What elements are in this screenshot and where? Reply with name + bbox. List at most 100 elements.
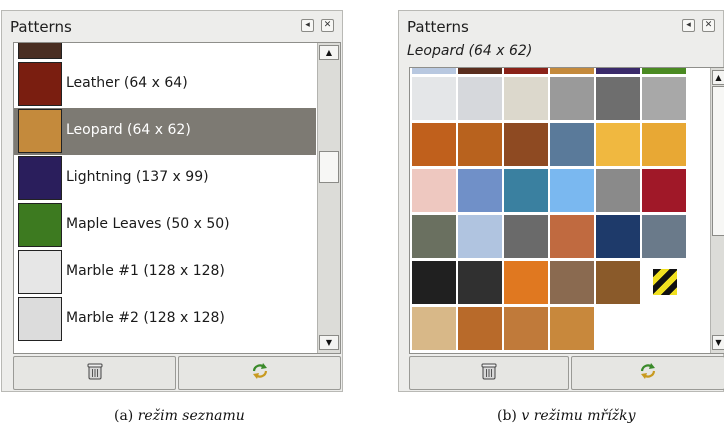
arrow-up-icon[interactable]: ▲ — [319, 45, 339, 60]
pattern-list-item[interactable]: Lightning (137 x 99) — [14, 155, 316, 202]
tab-menu-icon[interactable]: ◂ — [301, 19, 314, 32]
pattern-thumbnail — [18, 297, 62, 341]
pattern-list-label: Marble #1 (128 x 128) — [66, 263, 225, 279]
caption-a-prefix: (a) — [114, 408, 134, 424]
pattern-list-label: Marble #2 (128 x 128) — [66, 310, 225, 326]
pattern-grid-cell[interactable] — [550, 307, 594, 350]
panel-titlebar: Patterns ◂ ✕ — [2, 11, 342, 39]
pattern-list-item[interactable]: Java (64 x 64) — [14, 43, 316, 61]
pattern-grid-cell[interactable] — [458, 307, 502, 350]
patterns-panel-grid: Patterns ◂ ✕ Leopard (64 x 62) ▲ ▼ — [398, 10, 724, 392]
pattern-thumbnail — [18, 203, 62, 247]
pattern-grid-cell[interactable] — [504, 169, 548, 212]
pattern-grid-cell[interactable] — [412, 261, 456, 304]
pattern-grid-cell[interactable] — [412, 68, 456, 74]
panel-title: Patterns — [407, 18, 469, 36]
pattern-grid-cell[interactable] — [504, 307, 548, 350]
pattern-list-label: Leather (64 x 64) — [66, 75, 188, 91]
pattern-grid-cell[interactable] — [458, 68, 502, 74]
pattern-grid-cell[interactable] — [596, 261, 640, 304]
pattern-list-label: Leopard (64 x 62) — [66, 122, 191, 138]
pattern-grid-cell[interactable] — [550, 77, 594, 120]
patterns-panel-list: Patterns ◂ ✕ Java (64 x 64) Leather (64 x… — [1, 10, 343, 392]
pattern-list-rows: Java (64 x 64) Leather (64 x 64) Leopard (… — [14, 43, 316, 353]
panel-button-bar — [13, 356, 341, 392]
pattern-grid-cell[interactable] — [596, 123, 640, 166]
list-scrollbar[interactable]: ▲ ▼ — [317, 43, 340, 353]
pattern-grid-cell[interactable] — [642, 261, 686, 304]
pattern-list-item[interactable]: Leopard (64 x 62) — [14, 108, 316, 155]
pattern-grid-cell[interactable] — [550, 215, 594, 258]
caption-b-prefix: (b) — [497, 408, 517, 424]
pattern-grid-cell[interactable] — [458, 169, 502, 212]
pattern-grid-cell[interactable] — [596, 215, 640, 258]
pattern-grid-cell[interactable] — [504, 215, 548, 258]
close-icon[interactable]: ✕ — [321, 19, 334, 32]
hazard-stripes-swatch — [653, 269, 677, 295]
pattern-grid-cell[interactable] — [550, 261, 594, 304]
pattern-grid-cell[interactable] — [458, 261, 502, 304]
pattern-grid-cell[interactable] — [550, 123, 594, 166]
selected-pattern-label: Leopard (64 x 62) — [407, 43, 533, 59]
arrow-up-icon[interactable]: ▲ — [712, 70, 724, 85]
pattern-grid-cell[interactable] — [642, 169, 686, 212]
pattern-grid: ▲ ▼ — [409, 67, 724, 354]
pattern-list-label: Maple Leaves (50 x 50) — [66, 216, 230, 232]
pattern-grid-cell[interactable] — [596, 77, 640, 120]
pattern-grid-cell[interactable] — [596, 68, 640, 74]
pattern-thumbnail — [18, 43, 62, 59]
pattern-grid-cell[interactable] — [458, 77, 502, 120]
panel-button-bar — [409, 356, 724, 392]
pattern-grid-cell[interactable] — [504, 261, 548, 304]
refresh-patterns-button[interactable] — [571, 356, 724, 390]
pattern-grid-cell[interactable] — [642, 123, 686, 166]
pattern-thumbnail — [18, 250, 62, 294]
pattern-grid-cell[interactable] — [504, 123, 548, 166]
panel-title: Patterns — [10, 18, 72, 36]
scrollbar-thumb[interactable] — [319, 151, 339, 183]
delete-pattern-button[interactable] — [409, 356, 569, 390]
pattern-thumbnail — [18, 156, 62, 200]
pattern-thumbnail — [18, 62, 62, 106]
trash-icon — [481, 362, 497, 384]
pattern-grid-cell[interactable] — [642, 68, 686, 74]
pattern-grid-cell[interactable] — [596, 169, 640, 212]
pattern-grid-cell[interactable] — [458, 123, 502, 166]
pattern-thumbnail — [18, 109, 62, 153]
pattern-grid-cell[interactable] — [642, 77, 686, 120]
caption-b-text: v režimu mřížky — [521, 408, 636, 424]
pattern-list-item[interactable]: Marble #2 (128 x 128) — [14, 296, 316, 343]
grid-scrollbar[interactable]: ▲ ▼ — [710, 68, 724, 353]
pattern-grid-cell[interactable] — [412, 77, 456, 120]
refresh-patterns-button[interactable] — [178, 356, 341, 390]
pattern-grid-cell[interactable] — [550, 68, 594, 74]
pattern-grid-cell[interactable] — [504, 77, 548, 120]
delete-pattern-button[interactable] — [13, 356, 176, 390]
refresh-icon — [639, 363, 657, 383]
pattern-grid-cell[interactable] — [458, 215, 502, 258]
pattern-list: Java (64 x 64) Leather (64 x 64) Leopard (… — [13, 42, 341, 354]
scrollbar-thumb[interactable] — [712, 86, 724, 236]
pattern-grid-cell[interactable] — [642, 215, 686, 258]
pattern-list-item[interactable]: Leather (64 x 64) — [14, 61, 316, 108]
pattern-grid-cell[interactable] — [504, 68, 548, 74]
trash-icon — [87, 362, 103, 384]
arrow-down-icon[interactable]: ▼ — [319, 335, 339, 350]
tab-menu-icon[interactable]: ◂ — [682, 19, 695, 32]
pattern-grid-cells — [410, 68, 710, 353]
caption-a: (a) režim seznamu — [114, 408, 245, 424]
pattern-grid-cell[interactable] — [412, 215, 456, 258]
caption-a-text: režim seznamu — [137, 408, 245, 424]
panel-titlebar: Patterns ◂ ✕ — [399, 11, 723, 39]
caption-b: (b) v režimu mřížky — [497, 408, 636, 424]
pattern-grid-cell[interactable] — [412, 307, 456, 350]
pattern-list-item[interactable]: Marble #1 (128 x 128) — [14, 249, 316, 296]
pattern-grid-cell[interactable] — [412, 123, 456, 166]
arrow-down-icon[interactable]: ▼ — [712, 335, 724, 350]
close-icon[interactable]: ✕ — [702, 19, 715, 32]
pattern-list-label: Lightning (137 x 99) — [66, 169, 209, 185]
pattern-grid-cell[interactable] — [412, 169, 456, 212]
pattern-list-label: Java (64 x 64) — [66, 43, 164, 44]
pattern-list-item[interactable]: Maple Leaves (50 x 50) — [14, 202, 316, 249]
pattern-grid-cell[interactable] — [550, 169, 594, 212]
